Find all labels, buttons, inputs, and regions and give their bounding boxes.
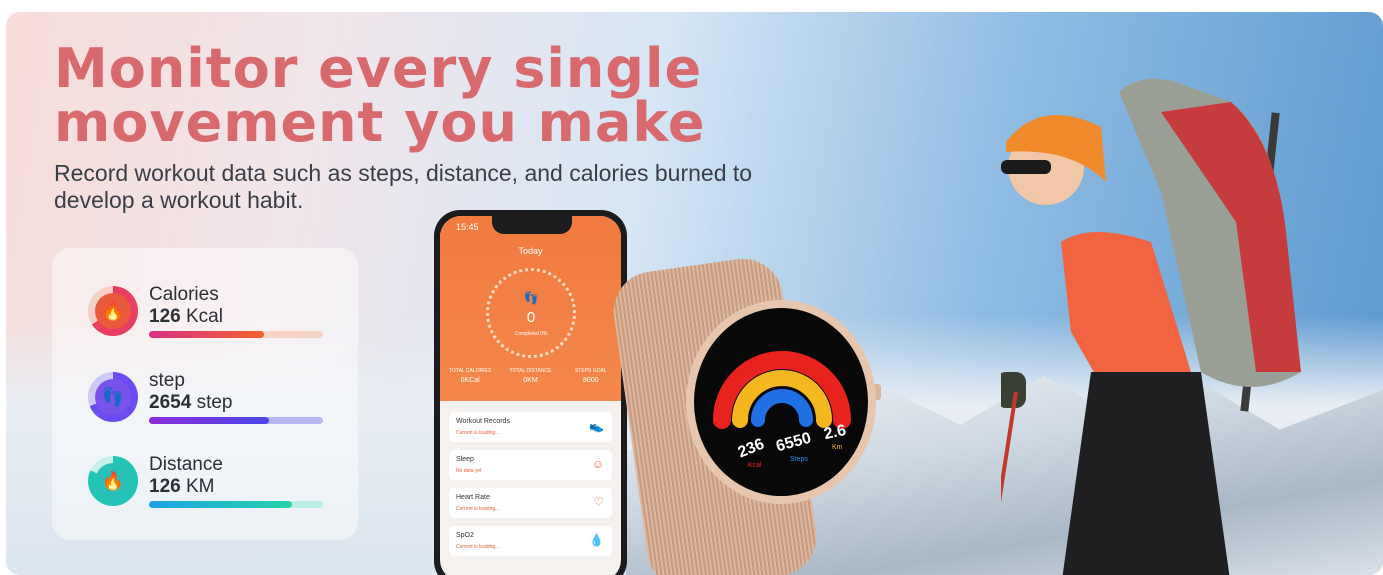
watch-distance-unit: Km — [832, 444, 843, 451]
activity-rings — [713, 351, 851, 429]
stat-calories: 🔥 Calories 126 Kcal — [88, 284, 348, 344]
step-count: 0 — [526, 309, 536, 326]
progress-bar — [149, 501, 323, 508]
headline-line-2: movement you make — [54, 91, 706, 154]
phone-screen: 15:45 Today 👣 0 Completed 0% TOTAL CALOR… — [440, 216, 621, 575]
stat-step: 👣 step 2654 step — [88, 370, 348, 430]
total-distance: TOTAL DISTANCE 0KM — [509, 368, 552, 384]
flame-icon: 🔥 — [95, 293, 131, 329]
hiker-image — [1001, 78, 1301, 575]
list-item-workout[interactable]: Workout Records Current is loading... 👟 — [449, 412, 612, 442]
shoe-icon: 👟 — [589, 419, 604, 433]
status-time: 15:45 — [456, 222, 479, 232]
list-item-spo2[interactable]: SpO2 Current is loading... 💧 — [449, 526, 612, 556]
totals-row: TOTAL CALORIES 0KCal TOTAL DISTANCE 0KM ST… — [440, 368, 621, 384]
footprints-icon: 👣 — [523, 291, 539, 305]
headline: Monitor every single movement you make — [54, 42, 705, 150]
stat-value: 2654 step — [149, 392, 233, 413]
step-ring: 👣 — [88, 372, 138, 422]
total-calories: TOTAL CALORIES 0KCal — [449, 368, 492, 384]
drop-icon: 💧 — [589, 533, 604, 547]
stat-value: 126 KM — [149, 476, 215, 497]
list-item-sleep[interactable]: Sleep No data yet ☺ — [449, 450, 612, 480]
stats-card: 🔥 Calories 126 Kcal 👣 step 2654 step 🔥 D… — [52, 248, 358, 540]
sleep-icon: ☺ — [591, 457, 604, 471]
stat-value: 126 Kcal — [149, 306, 223, 327]
phone-title: Today — [518, 246, 543, 256]
stat-label: Calories — [149, 284, 219, 305]
smartwatch: 236 Kcal 6550 Steps 2.6 Km — [686, 300, 876, 504]
stat-label: step — [149, 370, 185, 391]
watch-calories-unit: Kcal — [748, 462, 762, 469]
smartphone: 15:45 Today 👣 0 Completed 0% TOTAL CALOR… — [434, 210, 627, 575]
calories-ring: 🔥 — [88, 286, 138, 336]
progress-bar — [149, 331, 323, 338]
completed-text: Completed 0% — [514, 331, 548, 337]
stat-label: Distance — [149, 454, 223, 475]
progress-bar — [149, 417, 323, 424]
footprints-icon: 👣 — [95, 379, 131, 415]
step-dial: 👣 0 Completed 0% — [486, 268, 576, 358]
steps-goal: STEPS GOAL 8000 — [574, 368, 607, 384]
phone-notch — [492, 216, 572, 234]
banner: Monitor every single movement you make R… — [6, 12, 1383, 575]
heart-icon: ♡ — [593, 495, 604, 509]
list-item-heart-rate[interactable]: Heart Rate Current is loading... ♡ — [449, 488, 612, 518]
watch-face: 236 Kcal 6550 Steps 2.6 Km — [694, 308, 868, 496]
subtitle: Record workout data such as steps, dista… — [54, 160, 753, 213]
headline-line-1: Monitor every single — [54, 37, 703, 100]
watch-steps-unit: Steps — [790, 456, 808, 463]
stat-distance: 🔥 Distance 126 KM — [88, 454, 348, 514]
flame-icon: 🔥 — [95, 463, 131, 499]
distance-ring: 🔥 — [88, 456, 138, 506]
